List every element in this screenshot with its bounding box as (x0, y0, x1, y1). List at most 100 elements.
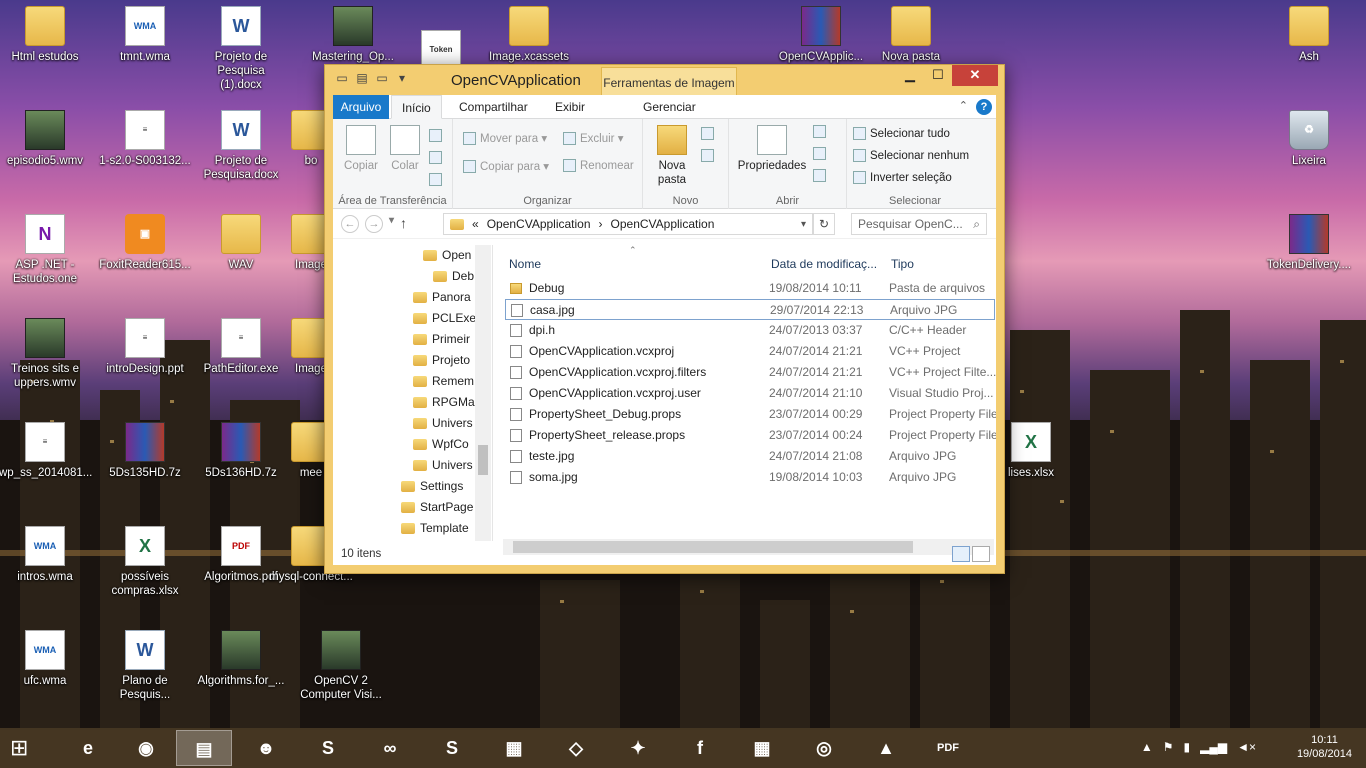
desktop-icon[interactable]: Treinos sits e uppers.wmv (0, 318, 91, 390)
taskbar-calculator-icon[interactable]: ▦ (734, 730, 790, 766)
invert-selection-button[interactable]: Inverter seleção (853, 171, 952, 184)
taskbar-internet-explorer-icon[interactable]: e (60, 730, 116, 766)
cut-button[interactable] (429, 129, 442, 142)
tab-share[interactable]: Compartilhar (449, 95, 538, 119)
copy-to-button[interactable]: Copiar para ▾ (463, 159, 549, 173)
desktop-icon[interactable]: WMA ufc.wma (0, 630, 91, 688)
breadcrumb-separator[interactable]: › (599, 217, 603, 231)
tab-home[interactable]: Início (391, 95, 442, 119)
forward-arrow-icon[interactable]: → (365, 215, 383, 233)
nav-tree-item[interactable]: StartPage (401, 497, 473, 518)
desktop-icon[interactable]: episodio5.wmv (0, 110, 91, 168)
flag-icon[interactable]: ⚑ (1163, 740, 1174, 754)
column-header-date[interactable]: Data de modificaç... (771, 251, 877, 277)
copy-button[interactable]: Copiar (339, 125, 383, 173)
copy-path-button[interactable] (429, 151, 442, 164)
tab-manage[interactable]: Gerenciar (633, 95, 706, 119)
desktop-icon[interactable]: Image.xcassets (483, 6, 575, 64)
nav-tree-item[interactable]: Template (401, 518, 469, 539)
file-explorer-window[interactable]: ▭ ▤ ▭ ▾ OpenCVApplication Ferramentas de… (324, 64, 1005, 574)
up-arrow-icon[interactable]: ↑ (400, 215, 407, 233)
edit-button[interactable] (813, 147, 826, 160)
collapse-ribbon-icon[interactable]: ⌃ (959, 99, 968, 112)
nav-tree-item[interactable]: Univers (413, 455, 473, 476)
desktop-icon[interactable]: TokenDelivery.... (1263, 214, 1355, 272)
file-row[interactable]: casa.jpg 29/07/2014 22:13 Arquivo JPG (505, 299, 995, 320)
taskbar-pdf-reader-icon[interactable]: PDF (920, 730, 976, 766)
desktop-icon[interactable]: WMA tmnt.wma (99, 6, 191, 64)
nav-tree-item[interactable]: Univers (413, 413, 473, 434)
network-icon[interactable]: ▂▄▆ (1200, 740, 1227, 754)
select-none-button[interactable]: Selecionar nenhum (853, 149, 969, 162)
help-icon[interactable]: ? (976, 99, 992, 115)
taskbar-sublime-text-icon[interactable]: S (300, 730, 356, 766)
nav-tree-item[interactable]: WpfCo (413, 434, 469, 455)
desktop-icon[interactable]: OpenCV 2 Computer Visi... (295, 630, 387, 702)
new-folder-button[interactable]: Nova pasta (649, 125, 695, 187)
maximize-button[interactable]: ☐ (924, 65, 952, 86)
address-bar[interactable]: « OpenCVApplication › OpenCVApplication … (443, 213, 813, 235)
file-row[interactable]: OpenCVApplication.vcxproj.user 24/07/2014… (505, 383, 995, 404)
desktop-icon[interactable]: WMA intros.wma (0, 526, 91, 584)
desktop-icon[interactable]: Xpossíveis compras.xlsx (99, 526, 191, 598)
column-header-name[interactable]: Nome (509, 251, 541, 277)
recent-dropdown-icon[interactable]: ▾ (389, 215, 394, 233)
clock[interactable]: 10:11 19/08/2014 (1297, 733, 1352, 761)
taskbar-skype-icon[interactable]: S (424, 730, 480, 766)
desktop-icon[interactable]: W Plano de Pesquis... (99, 630, 191, 702)
file-row[interactable]: PropertySheet_release.props 23/07/2014 00… (505, 425, 996, 446)
file-row[interactable]: OpenCVApplication.vcxproj 24/07/2014 21:2… (505, 341, 995, 362)
open-button[interactable] (813, 125, 826, 138)
show-hidden-icons-icon[interactable]: ▲ (1141, 740, 1153, 754)
nav-tree-item[interactable]: Remem (413, 371, 474, 392)
breadcrumb-parent[interactable]: OpenCVApplication (487, 217, 591, 231)
details-view-icon[interactable] (952, 546, 970, 562)
desktop-icon[interactable]: N ASP .NET - Estudos.one (0, 214, 91, 286)
file-row[interactable]: OpenCVApplication.vcxproj.filters 24/07/2… (505, 362, 996, 383)
file-row[interactable]: PropertySheet_Debug.props 23/07/2014 00:2… (505, 404, 996, 425)
desktop-icon[interactable]: ≡ wp_ss_2014081... (0, 422, 92, 480)
close-button[interactable]: ✕ (952, 65, 998, 86)
desktop-icon[interactable]: ≡ 1-s2.0-S003132... (99, 110, 191, 168)
nav-tree-item[interactable]: RPGMa (413, 392, 475, 413)
nav-tree-item[interactable]: Primeir (413, 329, 470, 350)
volume-muted-icon[interactable]: ◄× (1237, 740, 1256, 754)
new-item-button[interactable] (701, 127, 714, 140)
file-row[interactable]: Debug 19/08/2014 10:11 Pasta de arquivos (505, 278, 995, 299)
desktop-icon[interactable]: W Projeto de Pesquisa (1).docx (195, 6, 287, 92)
search-input[interactable]: Pesquisar OpenC... ⌕ (851, 213, 987, 235)
taskbar-visual-studio-icon[interactable]: ∞ (362, 730, 418, 766)
select-all-button[interactable]: Selecionar tudo (853, 127, 950, 140)
properties-qat-icon[interactable]: ▤ (355, 71, 369, 85)
rename-button[interactable]: Renomear (563, 159, 634, 172)
breadcrumb-current[interactable]: OpenCVApplication (611, 217, 715, 231)
file-row[interactable]: soma.jpg 19/08/2014 10:03 Arquivo JPG (505, 467, 995, 488)
nav-tree-item[interactable]: Deb (433, 266, 474, 287)
taskbar-github-icon[interactable]: ☻ (238, 730, 294, 766)
file-list[interactable]: Nome Data de modificaç... Tipo ⌃ Debug 19… (495, 245, 996, 541)
nav-tree-item[interactable]: Open (423, 245, 471, 266)
history-button[interactable] (813, 169, 826, 182)
desktop-icon[interactable]: Nova pasta (865, 6, 957, 64)
desktop-icon[interactable]: Algorithms.for_... (195, 630, 287, 688)
easy-access-button[interactable] (701, 149, 714, 162)
qat-dropdown-icon[interactable]: ▾ (395, 71, 409, 85)
desktop-icon[interactable]: ≡ introDesign.ppt (99, 318, 191, 376)
title-bar[interactable]: ▭ ▤ ▭ ▾ OpenCVApplication Ferramentas de… (325, 65, 1004, 95)
desktop-icon[interactable]: 5Ds135HD.7z (99, 422, 191, 480)
breadcrumb-overflow[interactable]: « (472, 217, 479, 231)
nav-scrollbar[interactable] (475, 245, 491, 541)
paste-shortcut-button[interactable] (429, 173, 442, 186)
desktop-icon[interactable]: Ash (1263, 6, 1355, 64)
nav-tree-item[interactable]: Panora (413, 287, 471, 308)
taskbar-file-explorer-icon[interactable]: ▤ (176, 730, 232, 766)
navigation-pane[interactable]: Open Deb Panora PCLExe Primeir Projeto Remem RP… (333, 245, 493, 541)
battery-icon[interactable]: ▮ (1184, 740, 1191, 754)
desktop-icon[interactable]: ♻ Lixeira (1263, 110, 1355, 168)
column-header-type[interactable]: Tipo (891, 251, 914, 277)
move-to-button[interactable]: Mover para ▾ (463, 131, 547, 145)
delete-button[interactable]: Excluir ▾ (563, 131, 623, 145)
taskbar-unity-icon[interactable]: ✦ (610, 730, 666, 766)
paste-button[interactable]: Colar (383, 125, 427, 173)
desktop-icon[interactable]: OpenCVApplic... (775, 6, 867, 64)
